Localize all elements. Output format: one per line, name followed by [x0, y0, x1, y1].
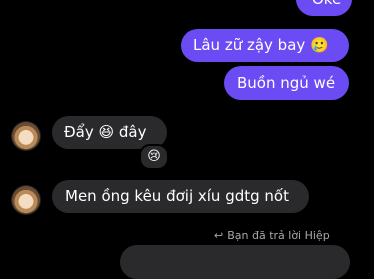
emoji-smile-tear: 🥲: [310, 36, 329, 54]
message-bubble-incoming[interactable]: Men ồng kêu đơij xíu gdtg nốt: [52, 180, 309, 213]
message-text: Lâu zữ zậy bay: [193, 36, 306, 54]
message-text: Men ồng kêu đơij xíu gdtg nốt: [65, 187, 289, 205]
emoji-laughing: 😆: [98, 123, 115, 141]
message-text: Oke: [312, 0, 341, 8]
message-bubble-outgoing[interactable]: Lâu zữ zậy bay 🥲: [181, 29, 349, 62]
avatar[interactable]: [12, 122, 40, 150]
reply-indicator: ↩ Bạn đã trả lời Hiệp: [214, 228, 330, 244]
message-text-before: Đẩy: [64, 123, 94, 141]
reply-indicator-text: Bạn đã trả lời Hiệp: [227, 229, 330, 242]
reaction-badge[interactable]: 😢: [139, 144, 169, 170]
message-text-after: đây: [118, 123, 147, 141]
avatar[interactable]: [12, 186, 40, 214]
message-bubble-outgoing[interactable]: Oke: [296, 0, 352, 16]
message-bubble-outgoing-partial[interactable]: [120, 245, 350, 279]
message-bubble-outgoing[interactable]: Buồn ngủ wé: [224, 66, 349, 100]
message-text: Buồn ngủ wé: [237, 74, 336, 92]
reaction-emoji: 😢: [147, 149, 161, 164]
reply-icon: ↩: [214, 229, 224, 242]
